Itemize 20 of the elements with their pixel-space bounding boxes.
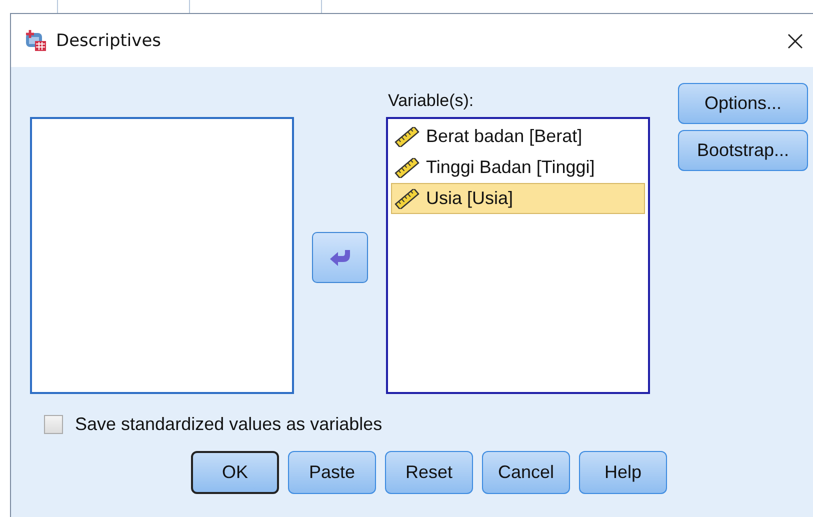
dialog-button[interactable]: Reset (385, 451, 473, 494)
dialog-button[interactable]: Help (579, 451, 667, 494)
close-button[interactable]: × (776, 26, 813, 54)
variable-item[interactable]: Berat badan [Berat] (391, 121, 645, 152)
app-icon (25, 30, 47, 52)
save-checkbox-row[interactable]: Save standardized values as variables (44, 414, 382, 435)
dialog-button[interactable]: Paste (288, 451, 376, 494)
dialog-button[interactable]: OK (191, 451, 279, 494)
checkbox[interactable] (44, 415, 63, 434)
dialog-button[interactable]: Cancel (482, 451, 570, 494)
source-variable-list[interactable] (30, 117, 294, 394)
variable-item[interactable]: Usia [Usia] (391, 183, 645, 214)
variables-label: Variable(s): (388, 91, 475, 112)
return-arrow-icon (329, 248, 351, 266)
dialog-button[interactable]: Options... (678, 83, 808, 124)
variable-item[interactable]: Tinggi Badan [Tinggi] (391, 152, 645, 183)
dialog-button[interactable]: Bootstrap... (678, 130, 808, 171)
variables-list[interactable]: Berat badan [Berat] Tinggi Badan [Tinggi] Usia [Usia] (386, 117, 650, 394)
move-button[interactable] (312, 232, 368, 283)
window-title: Descriptives (56, 30, 162, 50)
